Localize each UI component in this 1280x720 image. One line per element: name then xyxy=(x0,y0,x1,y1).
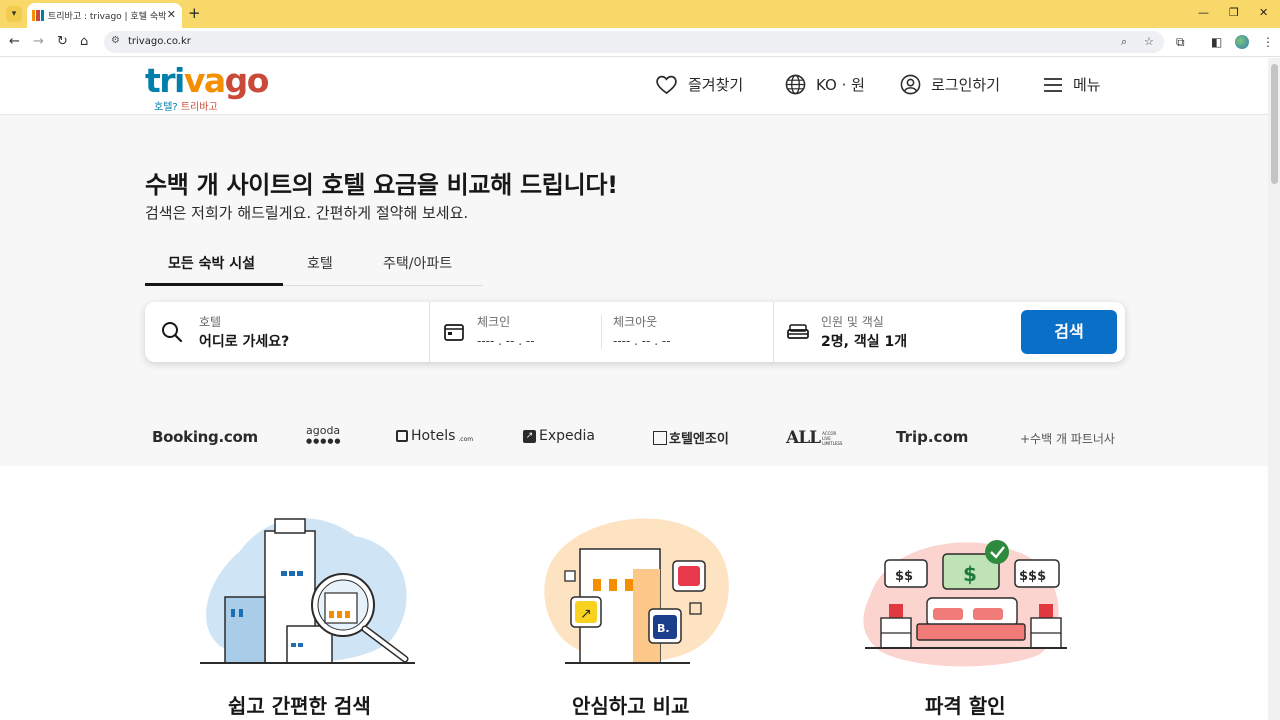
restore-icon[interactable]: ❐ xyxy=(1229,6,1239,20)
zoom-icon[interactable]: ⌕ xyxy=(1121,35,1127,49)
hero-section: 수백 개 사이트의 호텔 요금을 비교해 드립니다! 검색은 저희가 해드릴게요… xyxy=(0,115,1268,466)
logo-tagline: 호텔? 트리바고 xyxy=(154,102,218,113)
hamburger-icon xyxy=(1044,77,1062,92)
heart-icon xyxy=(656,75,677,95)
more-partners-link[interactable]: +수백 개 파트너사 xyxy=(1020,430,1115,447)
checkin-field[interactable]: 체크인 ---- . -- . -- xyxy=(430,302,600,362)
partner-agoda: agoda ●●●●● xyxy=(306,424,342,446)
partner-hotelnjoy: 호텔엔조이 xyxy=(653,428,729,447)
svg-text:↗: ↗ xyxy=(580,606,592,622)
tab-search-icon[interactable]: ▾ xyxy=(6,6,22,22)
active-tab-indicator xyxy=(145,283,283,286)
favorites-label: 즐겨찾기 xyxy=(688,76,744,94)
destination-input[interactable]: 어디로 가세요? xyxy=(199,331,289,351)
profile-avatar[interactable] xyxy=(1235,35,1249,49)
guests-rooms-field[interactable]: 인원 및 객실 2명, 객실 1개 xyxy=(774,302,1014,362)
property-type-tabs: 모든 숙박 시설 호텔 주택/아파트 xyxy=(145,245,483,286)
logo-wordmark: trivago xyxy=(145,61,269,100)
checkout-label: 체크아웃 xyxy=(613,315,658,329)
feature-great-deals-title: 파격 할인 xyxy=(925,694,1006,718)
menu-label: 메뉴 xyxy=(1073,76,1101,94)
home-icon[interactable]: ⌂ xyxy=(80,34,88,50)
checkin-label: 체크인 xyxy=(477,315,511,329)
language-currency-selector[interactable]: KO · 원 xyxy=(785,74,865,95)
globe-icon xyxy=(785,74,806,95)
site-info-icon[interactable]: ⚙ xyxy=(111,35,120,46)
search-icon xyxy=(162,322,183,343)
partner-trip: Trip.com xyxy=(896,428,969,446)
bookmark-star-icon[interactable]: ☆ xyxy=(1144,35,1154,49)
page-scrollbar[interactable] xyxy=(1268,58,1280,720)
favorites-link[interactable]: 즐겨찾기 xyxy=(655,74,743,95)
feature-trusted-compare-title: 안심하고 비교 xyxy=(572,694,690,718)
calendar-icon xyxy=(444,324,464,341)
trivago-favicon xyxy=(32,10,44,21)
tab-hotels[interactable]: 호텔 xyxy=(307,253,333,273)
price-tag-mid: $ xyxy=(963,562,977,586)
expedia-logo-icon: ↗ xyxy=(523,429,536,443)
trivago-logo[interactable]: trivago 호텔? 트리바고 xyxy=(145,61,269,114)
browser-menu-icon[interactable]: ⋮ xyxy=(1262,34,1274,50)
tab-close-icon[interactable]: ✕ xyxy=(167,8,176,22)
scrollbar-thumb[interactable] xyxy=(1271,64,1278,184)
booking-badge: B. xyxy=(657,622,670,635)
destination-label: 호텔 xyxy=(199,315,222,329)
browser-tab[interactable]: 트리바고 : trivago | 호텔 숙박 ✕ xyxy=(27,3,182,28)
address-bar[interactable]: ⚙ trivago.co.kr ⌕ ☆ xyxy=(104,31,1164,53)
guests-value: 2명, 객실 1개 xyxy=(821,334,908,350)
checkout-value: ---- . -- . -- xyxy=(613,334,671,348)
trusted-compare-illustration: ↗ B. xyxy=(544,518,729,664)
search-button[interactable]: 검색 xyxy=(1021,310,1117,354)
search-form: 호텔 어디로 가세요? 체크인 ---- . -- . -- 체크아웃 ----… xyxy=(145,302,1125,362)
easy-search-illustration xyxy=(200,518,415,664)
tab-all-properties[interactable]: 모든 숙박 시설 xyxy=(168,253,255,273)
browser-toolbar: ← → ↻ ⌂ ⚙ trivago.co.kr ⌕ ☆ ⧉ ◧ ⋮ xyxy=(0,28,1280,57)
window-close-icon[interactable]: ✕ xyxy=(1259,6,1268,20)
site-header: trivago 호텔? 트리바고 즐겨찾기 KO · 원 로그인하기 메뉴 xyxy=(0,58,1268,115)
partner-expedia: ↗ Expedia xyxy=(523,428,595,444)
checkin-value: ---- . -- . -- xyxy=(477,334,535,348)
back-icon[interactable]: ← xyxy=(9,34,20,50)
minimize-icon[interactable]: — xyxy=(1198,6,1209,20)
features-section: 쉽고 간편한 검색 ↗ B. 안심하고 비교 $$ $ $$$ 파격 할인 xyxy=(0,466,1268,720)
checkout-field[interactable]: 체크아웃 ---- . -- . -- xyxy=(602,302,772,362)
user-icon xyxy=(900,74,921,95)
hotelnjoy-logo-icon xyxy=(653,430,667,445)
price-tag-high: $$$ xyxy=(1019,569,1046,584)
menu-button[interactable]: 메뉴 xyxy=(1043,74,1101,95)
reload-icon[interactable]: ↻ xyxy=(57,34,68,50)
partner-accor: ALL ACCOR LIVE LIMITLESS xyxy=(786,428,843,448)
partner-booking: Booking.com xyxy=(152,428,258,446)
sidepanel-icon[interactable]: ◧ xyxy=(1211,34,1222,50)
login-label: 로그인하기 xyxy=(931,76,1001,94)
hotels-logo-icon xyxy=(396,430,408,442)
hero-title: 수백 개 사이트의 호텔 요금을 비교해 드립니다! xyxy=(145,171,618,199)
url-text: trivago.co.kr xyxy=(128,36,191,47)
hero-subtitle: 검색은 저희가 해드릴게요. 간편하게 절약해 보세요. xyxy=(145,204,469,222)
partner-hotels: Hotels .com xyxy=(396,428,473,444)
feature-easy-search-title: 쉽고 간편한 검색 xyxy=(228,694,371,718)
guests-label: 인원 및 객실 xyxy=(821,315,884,329)
extensions-icon[interactable]: ⧉ xyxy=(1176,34,1185,50)
new-tab-button[interactable]: + xyxy=(188,5,201,21)
forward-icon[interactable]: → xyxy=(33,34,44,50)
login-link[interactable]: 로그인하기 xyxy=(900,74,1000,95)
partner-logos: Booking.com agoda ●●●●● Hotels .com ↗ Exp… xyxy=(145,425,1125,449)
agoda-dots-icon: ●●●●● xyxy=(306,437,342,445)
tab-homes-apartments[interactable]: 주택/아파트 xyxy=(383,253,452,273)
destination-field[interactable]: 호텔 어디로 가세요? xyxy=(145,302,429,362)
browser-tab-strip: ▾ 트리바고 : trivago | 호텔 숙박 ✕ + — ❐ ✕ xyxy=(0,0,1280,28)
price-tag-low: $$ xyxy=(895,569,913,584)
great-deals-illustration: $$ $ $$$ xyxy=(863,540,1067,667)
bed-icon xyxy=(787,324,809,339)
language-label: KO · 원 xyxy=(816,76,865,94)
tab-title: 트리바고 : trivago | 호텔 숙박 xyxy=(48,12,166,22)
